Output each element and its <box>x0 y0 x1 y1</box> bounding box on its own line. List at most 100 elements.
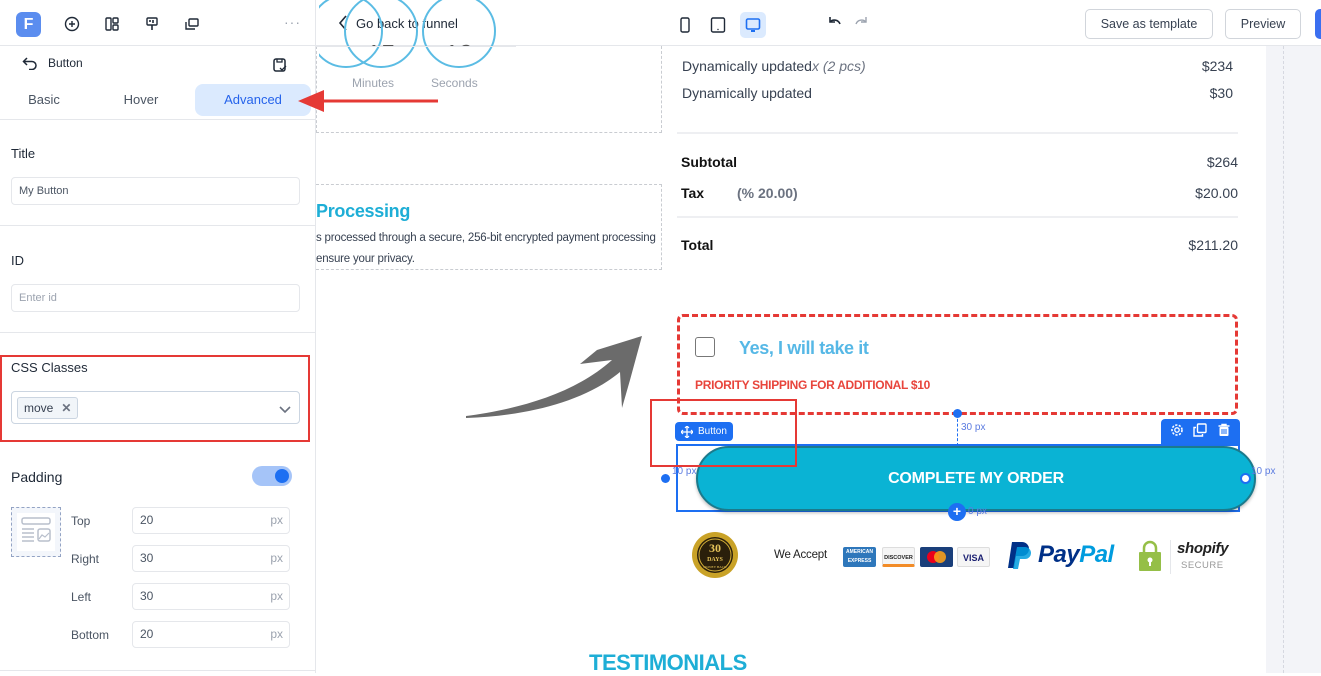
lock-icon <box>1139 540 1161 571</box>
save-element-icon[interactable] <box>272 57 288 78</box>
padding-right-label: Right <box>71 552 100 566</box>
divider <box>677 132 1238 134</box>
resize-handle-top[interactable] <box>953 409 962 418</box>
padding-top-value: 20 <box>140 513 154 527</box>
settings-icon[interactable] <box>1170 423 1184 442</box>
annotation-highlight <box>650 399 797 467</box>
we-accept-label: We Accept <box>774 549 827 561</box>
order-bump-subtitle: PRIORITY SHIPPING FOR ADDITIONAL $10 <box>695 378 931 392</box>
padding-label: Padding <box>11 469 63 485</box>
padding-right-input[interactable]: 30 px <box>132 545 290 572</box>
tax-value: $20.00 <box>1195 185 1238 201</box>
padding-bottom-value: 20 <box>140 627 154 641</box>
id-label: ID <box>11 253 24 268</box>
tax-label: Tax <box>681 185 705 201</box>
unit-label: px <box>270 589 283 603</box>
processing-text-line2: ensure your privacy. <box>316 253 415 265</box>
total-label: Total <box>681 237 714 253</box>
unit-label: px <box>270 513 283 527</box>
decorative-arrow-icon <box>466 336 642 418</box>
css-classes-label: CSS Classes <box>11 360 88 375</box>
remove-chip-icon[interactable]: ✕ <box>61 398 71 418</box>
visa-card-icon: VISA <box>957 547 990 567</box>
padding-left-value: 30 <box>140 589 154 603</box>
left-toolbar: F ··· <box>0 0 316 46</box>
save-as-template-button[interactable]: Save as template <box>1085 9 1213 39</box>
trash-icon[interactable] <box>1217 423 1231 442</box>
tab-hover[interactable]: Hover <box>108 84 174 116</box>
element-toolbar <box>1161 419 1240 445</box>
order-item-2: Dynamically updated <box>682 85 812 101</box>
more-icon[interactable]: ··· <box>284 14 301 30</box>
title-input[interactable]: My Button <box>11 177 300 205</box>
seal-bottom: MONEY BACK <box>703 565 727 569</box>
app-logo[interactable]: F <box>16 12 41 37</box>
preview-button[interactable]: Preview <box>1225 9 1301 39</box>
shopify-word: shopify <box>1177 540 1229 557</box>
order-bump-checkbox[interactable] <box>695 337 715 357</box>
tablet-view-icon[interactable] <box>705 12 731 38</box>
subtotal-label: Subtotal <box>681 154 737 170</box>
panel-header: Button Basic Hover Advanced <box>0 46 316 120</box>
divider <box>0 225 316 226</box>
spacing-top-label: 30 px <box>961 422 986 433</box>
unit-label: px <box>270 627 283 641</box>
seal-days: DAYS <box>707 557 723 563</box>
divider <box>0 670 316 671</box>
paypal-icon <box>1008 542 1031 569</box>
mobile-view-icon[interactable] <box>672 12 698 38</box>
publish-button[interactable] <box>1315 9 1321 39</box>
property-tabs: Basic Hover Advanced <box>0 84 316 116</box>
add-icon[interactable] <box>62 14 82 34</box>
chevron-down-icon[interactable] <box>279 401 291 419</box>
discover-card-icon: DISCOVER <box>882 547 915 567</box>
resize-handle-right[interactable] <box>1240 473 1251 484</box>
brush-icon[interactable] <box>142 14 162 34</box>
class-chip-label: move <box>24 401 54 415</box>
divider <box>0 332 316 333</box>
spacing-guide <box>957 414 958 446</box>
add-element-button[interactable]: + <box>948 503 966 521</box>
padding-top-label: Top <box>71 514 91 528</box>
layout-icon[interactable] <box>102 14 122 34</box>
padding-top-input[interactable]: 20 px <box>132 507 290 534</box>
back-to-elements-button[interactable]: Button <box>22 56 83 70</box>
divider <box>677 216 1238 218</box>
money-back-seal-icon: 30 DAYS MONEY BACK <box>692 532 738 578</box>
tab-basic[interactable]: Basic <box>12 84 76 116</box>
paypal-logo: PayPal <box>1006 540 1114 570</box>
duplicate-icon[interactable] <box>1193 422 1208 442</box>
canvas-gutter <box>1266 46 1321 673</box>
class-chip: move ✕ <box>17 397 79 419</box>
tab-advanced[interactable]: Advanced <box>195 84 311 116</box>
total-value: $211.20 <box>1188 237 1238 253</box>
id-input[interactable]: Enter id <box>11 284 300 312</box>
spacing-left-label: 10 px <box>672 466 697 477</box>
paypal-pal: Pal <box>1079 541 1114 568</box>
shopify-secure-label: SECURE <box>1181 560 1224 571</box>
css-classes-select[interactable]: move ✕ <box>11 391 300 424</box>
padding-bottom-input[interactable]: 20 px <box>132 621 290 648</box>
element-name: Button <box>48 56 83 70</box>
testimonials-heading: TESTIMONIALS <box>589 650 747 675</box>
layers-icon[interactable] <box>182 14 202 34</box>
title-label: Title <box>11 146 36 161</box>
mastercard-card-icon <box>920 547 953 567</box>
redo-icon[interactable] <box>854 15 870 34</box>
padding-toggle[interactable] <box>252 466 292 486</box>
padding-left-input[interactable]: 30 px <box>132 583 290 610</box>
shopify-secure-badge: shopify SECURE <box>1138 540 1229 577</box>
gutter-guide <box>1283 46 1284 673</box>
padding-left-label: Left <box>71 590 92 604</box>
resize-handle-left[interactable] <box>661 474 670 483</box>
undo-icon[interactable] <box>826 15 842 34</box>
divider <box>1170 540 1171 574</box>
order-item-1: Dynamically updatedx (2 pcs) <box>682 58 866 74</box>
topbar-shadow <box>316 46 516 47</box>
order-item-2-price: $30 <box>1209 85 1233 101</box>
padding-bottom-label: Bottom <box>71 628 110 642</box>
desktop-view-icon[interactable] <box>740 12 766 38</box>
toggle-knob <box>275 469 289 483</box>
subtotal-value: $264 <box>1206 154 1238 170</box>
unit-label: px <box>270 551 283 565</box>
